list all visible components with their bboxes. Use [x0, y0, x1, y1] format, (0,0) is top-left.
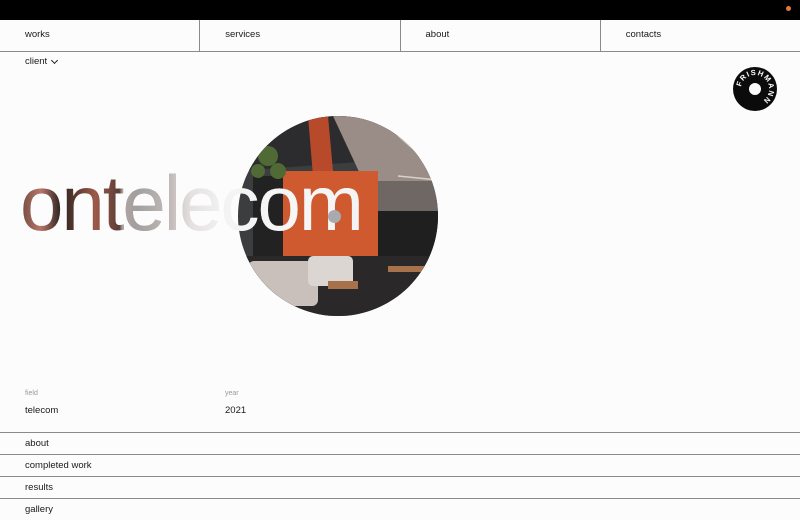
nav-item-services[interactable]: services [200, 20, 401, 52]
section-about[interactable]: about [0, 432, 800, 454]
nav-item-about[interactable]: about [401, 20, 601, 52]
field-value: telecom [25, 405, 59, 416]
status-dot-icon [786, 6, 791, 11]
field-label: field [25, 390, 38, 397]
nav-item-works[interactable]: works [0, 20, 201, 52]
top-bar [0, 0, 800, 20]
year-value: 2021 [225, 405, 247, 416]
nav-item-contacts[interactable]: contacts [601, 20, 800, 52]
section-gallery[interactable]: gallery [0, 498, 800, 520]
section-list: about completed work results gallery [0, 432, 800, 520]
cursor-dot-icon [328, 210, 341, 223]
chevron-down-icon [51, 56, 59, 64]
hero-title-overlay: ontelecom [20, 159, 364, 247]
brand-logo[interactable]: FRISHMANN [733, 67, 777, 111]
client-dropdown[interactable]: client [25, 56, 59, 67]
section-results[interactable]: results [0, 476, 800, 498]
section-completed-work[interactable]: completed work [0, 454, 800, 476]
logo-badge-icon: FRISHMANN [734, 68, 775, 106]
main-nav: works services about contacts [0, 20, 800, 52]
year-label: year [225, 390, 239, 397]
client-dropdown-label: client [25, 56, 48, 67]
hero: ontelecom ontelecom [0, 110, 800, 325]
